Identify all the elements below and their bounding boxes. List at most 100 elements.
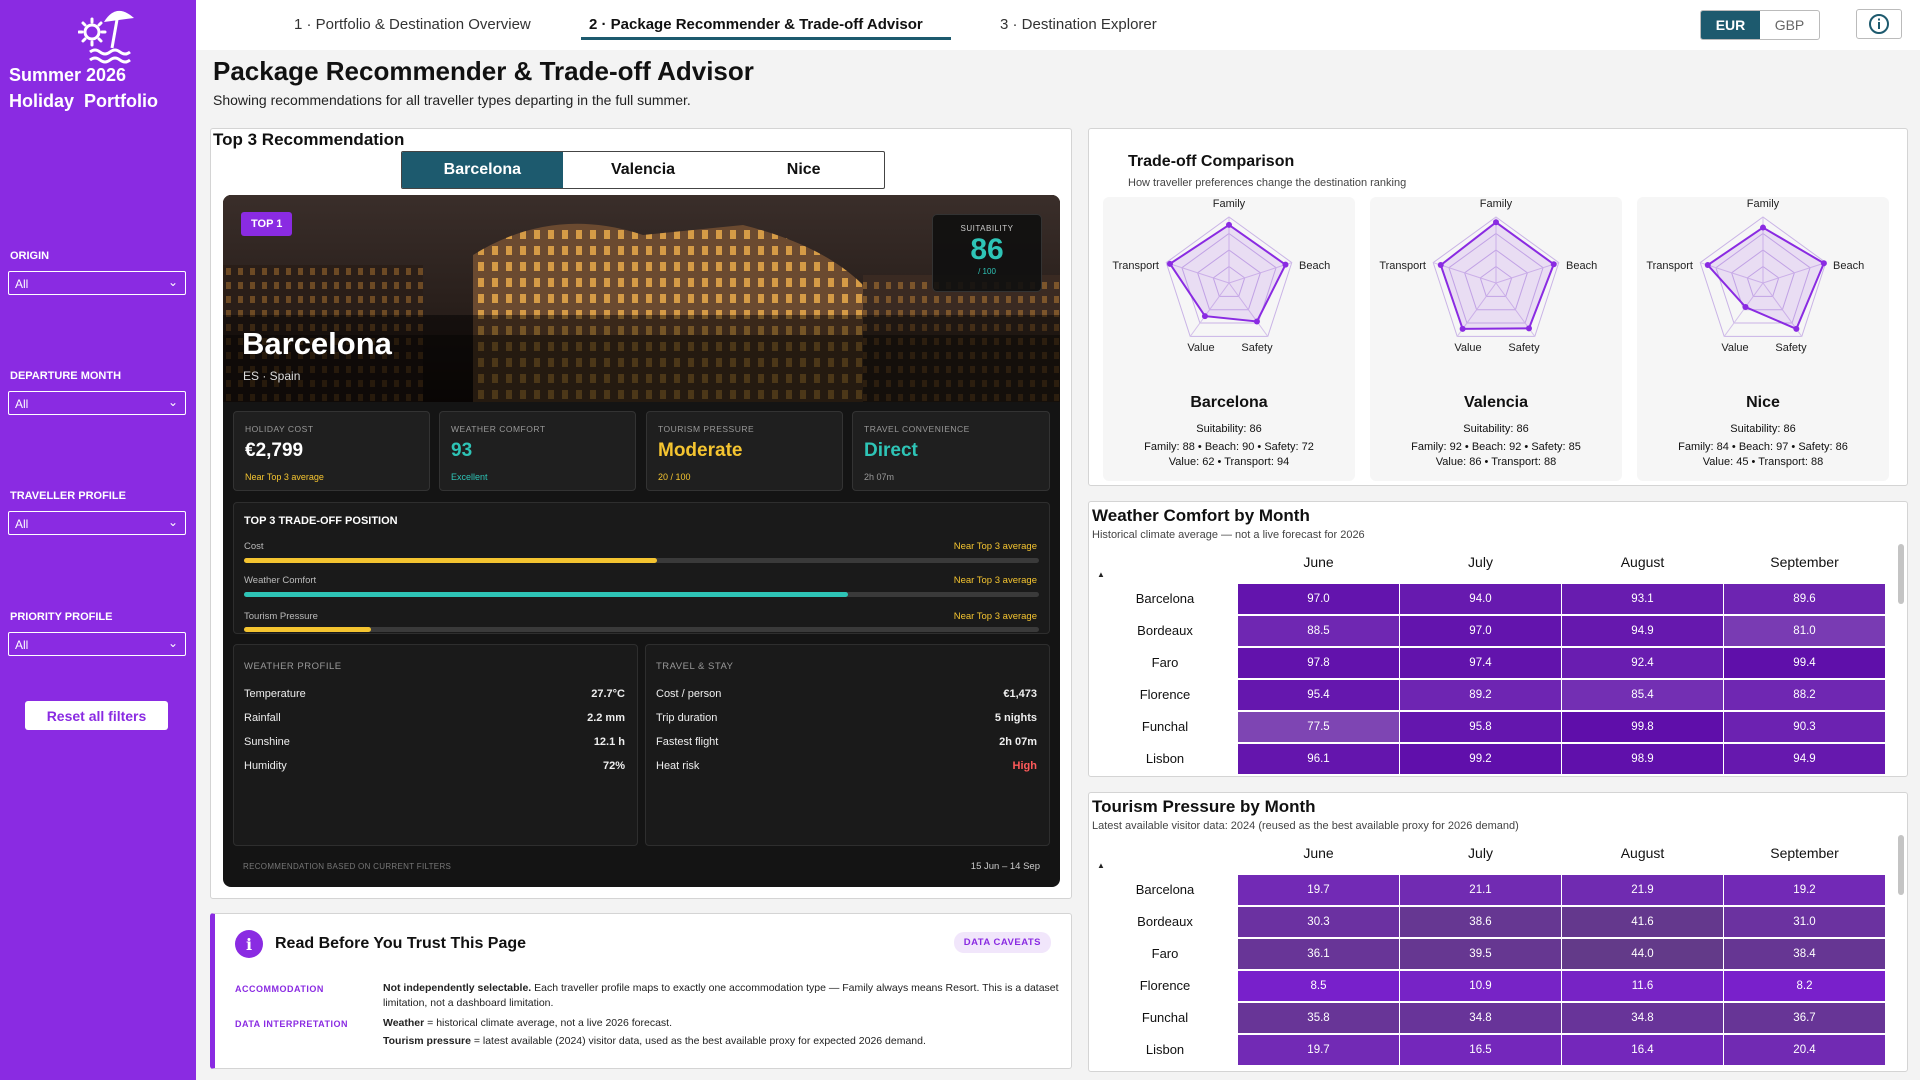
kpi-value: Moderate <box>658 440 743 461</box>
matrix-cell: 8.2 <box>1724 971 1885 1001</box>
weather-row: Humidity 72% <box>244 760 625 772</box>
radar-point <box>1437 262 1444 269</box>
radar-axis-label: Family <box>1480 198 1513 210</box>
row-key: Trip duration <box>656 712 718 724</box>
tab-destination-explorer[interactable]: 3 · Destination Explorer <box>1000 16 1157 33</box>
matrix-row-label: Florence <box>1139 978 1191 993</box>
matrix-cell: 89.6 <box>1724 584 1885 614</box>
row-value: 5 nights <box>994 712 1037 724</box>
sort-arrow-icon[interactable]: ▲ <box>1097 861 1105 870</box>
matrix-cell: 20.4 <box>1724 1035 1885 1065</box>
info-icon <box>1869 14 1889 34</box>
weather-profile-title: WEATHER PROFILE <box>244 661 342 672</box>
destination-segmented-control: Barcelona Valencia Nice <box>401 151 885 189</box>
seg-barcelona[interactable]: Barcelona <box>402 152 563 188</box>
recommendation-card: TOP 1 SUITABILITY 86 / 100 Barcelona ES … <box>223 195 1060 887</box>
chevron-down-icon: ⌄ <box>167 275 178 289</box>
matrix-cell: 21.1 <box>1400 875 1561 905</box>
reset-filters-button[interactable]: Reset all filters <box>25 701 168 730</box>
kpi-value: 93 <box>451 440 473 461</box>
matrix-col-header[interactable]: June <box>1237 845 1400 861</box>
row-value: €1,473 <box>1003 688 1037 700</box>
weather-matrix-subtitle: Historical climate average — not a live … <box>1092 529 1365 541</box>
radar-axis-label: Value <box>1721 342 1748 354</box>
matrix-scrollbar[interactable] <box>1898 835 1904 895</box>
top3-title: Top 3 Recommendation <box>213 130 405 149</box>
matrix-col-header[interactable]: July <box>1399 554 1562 570</box>
card-footer-note: RECOMMENDATION BASED ON CURRENT FILTERS <box>243 862 452 871</box>
active-tab-indicator <box>581 37 951 40</box>
tourism-matrix-title: Tourism Pressure by Month <box>1092 797 1316 816</box>
tab-package-recommender[interactable]: 2 · Package Recommender & Trade-off Advi… <box>589 16 923 33</box>
traveller-profile-select[interactable]: All ⌄ <box>8 511 186 535</box>
origin-select[interactable]: All ⌄ <box>8 271 186 295</box>
matrix-scrollbar[interactable] <box>1898 544 1904 604</box>
sort-arrow-icon[interactable]: ▲ <box>1097 570 1105 579</box>
tradeoff-note-weather: Near Top 3 average <box>953 575 1037 586</box>
seg-valencia[interactable]: Valencia <box>563 152 724 188</box>
matrix-col-header[interactable]: August <box>1561 554 1724 570</box>
radar-axis-label: Transport <box>1112 260 1159 272</box>
radar-point <box>1704 262 1711 269</box>
matrix-col-header[interactable]: September <box>1723 554 1886 570</box>
matrix-row-label: Lisbon <box>1145 751 1185 766</box>
radar-axis-label: Transport <box>1646 260 1693 272</box>
matrix-row-label: Bordeaux <box>1137 914 1193 929</box>
matrix-cell: 99.8 <box>1562 712 1723 742</box>
row-value: 12.1 h <box>593 736 625 748</box>
kpi-sub: 20 / 100 <box>658 472 691 482</box>
card-date-range: 15 Jun – 14 Sep <box>970 861 1040 872</box>
tradeoff-track-cost <box>244 558 1039 563</box>
tab-portfolio-overview[interactable]: 1 · Portfolio & Destination Overview <box>294 16 531 33</box>
priority-profile-select[interactable]: All ⌄ <box>8 632 186 656</box>
matrix-cell: 31.0 <box>1724 907 1885 937</box>
destination-country: ES · Spain <box>243 369 301 383</box>
currency-gbp[interactable]: GBP <box>1760 11 1819 39</box>
radar-series <box>1706 226 1826 331</box>
caveats-title: Read Before You Trust This Page <box>275 935 527 952</box>
travel-row: Fastest flight 2h 07m <box>656 736 1037 748</box>
matrix-col-header[interactable]: August <box>1561 845 1724 861</box>
matrix-cell: 36.1 <box>1238 939 1399 969</box>
row-key: Humidity <box>244 760 287 772</box>
currency-eur[interactable]: EUR <box>1701 11 1760 39</box>
kpi-sub: Excellent <box>451 472 488 482</box>
seg-nice[interactable]: Nice <box>723 152 884 188</box>
departure-month-select[interactable]: All ⌄ <box>8 391 186 415</box>
matrix-col-header[interactable]: July <box>1399 845 1562 861</box>
app-brand: Summer 2026 Holiday Portfolio <box>9 65 159 111</box>
matrix-cell: 41.6 <box>1562 907 1723 937</box>
matrix-cell: 81.0 <box>1724 616 1885 646</box>
radar-destination-name: Nice <box>1746 394 1780 411</box>
matrix-cell: 34.8 <box>1562 1003 1723 1033</box>
matrix-cell: 97.4 <box>1400 648 1561 678</box>
row-key: Heat risk <box>656 760 700 772</box>
radar-axis-label: Safety <box>1508 342 1540 354</box>
row-key: Rainfall <box>244 712 281 724</box>
data-caveats-panel: i Read Before You Trust This Page DATA C… <box>210 913 1072 1069</box>
info-button[interactable] <box>1856 9 1902 39</box>
matrix-col-header[interactable]: September <box>1723 845 1886 861</box>
matrix-cell: 39.5 <box>1400 939 1561 969</box>
radar-chart: Family Beach Safety Value Transport <box>1646 198 1864 354</box>
filter-label-origin: ORIGIN <box>10 250 50 262</box>
matrix-cell: 88.2 <box>1724 680 1885 710</box>
chevron-down-icon: ⌄ <box>167 395 178 409</box>
caveat-text-weather: Weather = historical climate average, no… <box>383 1016 1063 1031</box>
radar-axis-label: Family <box>1747 198 1780 210</box>
matrix-row-label: Faro <box>1151 946 1179 961</box>
kpi-value: Direct <box>864 440 918 461</box>
kpi-weather-comfort: WEATHER COMFORT 93 Excellent <box>439 411 636 491</box>
matrix-cell: 34.8 <box>1400 1003 1561 1033</box>
matrix-col-header[interactable]: June <box>1237 554 1400 570</box>
row-key: Temperature <box>244 688 306 700</box>
tradeoff-track-tourism <box>244 627 1039 632</box>
matrix-cell: 96.1 <box>1238 744 1399 774</box>
matrix-cell: 93.1 <box>1562 584 1723 614</box>
radar-axis-label: Value <box>1187 342 1214 354</box>
matrix-cell: 16.5 <box>1400 1035 1561 1065</box>
matrix-row-label: Barcelona <box>1135 882 1195 897</box>
suitability-label: SUITABILITY <box>960 224 1014 233</box>
caveat-key-interpretation: DATA INTERPRETATION <box>235 1019 348 1029</box>
radar-suitability: Suitability: 86 <box>1463 423 1529 435</box>
